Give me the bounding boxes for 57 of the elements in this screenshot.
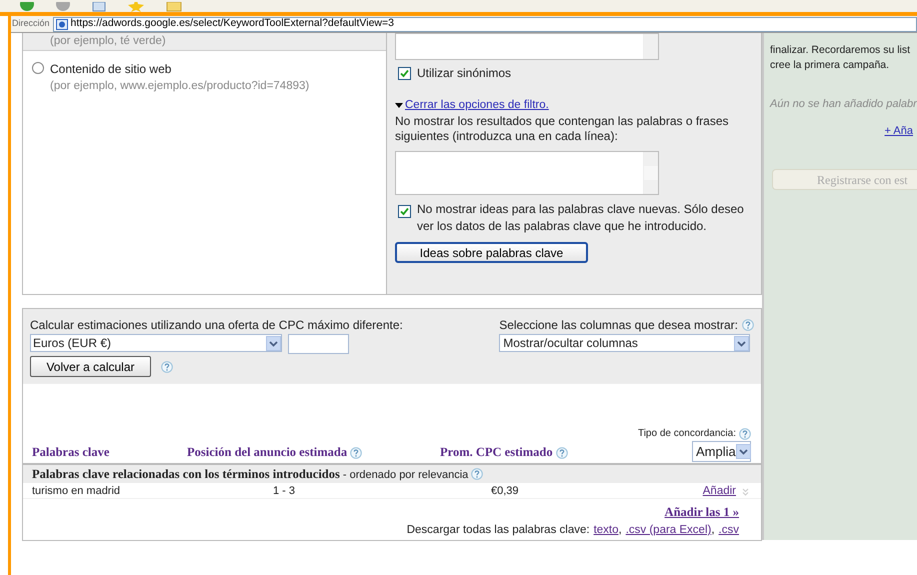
checkbox-label: No mostrar ideas para las palabras clave nuevas. Sólo deseo ver los datos de las palabras clave que he introducido. (417, 201, 745, 236)
add-keywords-link[interactable]: + Aña (884, 122, 913, 139)
help-icon[interactable] (556, 446, 568, 459)
recalculate-button[interactable]: Volver a calcular (30, 356, 151, 377)
columns-label: Seleccione las columnas que desea mostrar: (499, 317, 738, 334)
hint-text: (por ejemplo, té verde) (50, 34, 166, 49)
separator-text: , (711, 522, 715, 538)
position-cell-text: 1 - 3 (272, 484, 296, 500)
add-link[interactable]: Añadir (702, 483, 736, 500)
match-type-label: Tipo de concordancia: (638, 427, 736, 441)
add-all-link[interactable]: Añadir las 1 » (664, 503, 739, 522)
currency-select[interactable]: Euros (EUR €) (30, 334, 282, 352)
help-icon[interactable] (742, 319, 754, 331)
match-type-select[interactable]: Amplia (692, 441, 751, 462)
download-label: Descargar todas las palabras clave: (406, 522, 590, 538)
column-header: Posición del anuncio estimada (187, 444, 348, 462)
help-icon[interactable] (161, 360, 173, 372)
dropdown-caret-icon[interactable] (736, 444, 751, 459)
checkbox[interactable] (398, 66, 411, 80)
excluded-words-textarea[interactable] (395, 151, 659, 196)
scrollbar[interactable] (643, 34, 658, 59)
checkbox-label: Utilizar sinónimos (417, 65, 512, 82)
dropdown-caret-icon[interactable] (734, 336, 750, 350)
help-icon[interactable] (350, 446, 362, 459)
help-icon[interactable] (471, 468, 484, 480)
cpc-cell-text: €0,39 (490, 484, 520, 500)
separator-text: , (618, 522, 622, 538)
chevron-icon[interactable] (742, 488, 749, 496)
option-label: Contenido de sitio web (50, 61, 172, 78)
address-field[interactable]: https://adwords.google.es/select/KeywordToolExternal?defaultView=3 (52, 16, 917, 32)
filter-options-link[interactable]: Cerrar las opciones de filtro. (405, 97, 549, 114)
page-icon (56, 18, 68, 30)
triangle-icon[interactable] (395, 102, 403, 109)
hint-text: (por ejemplo, www.ejemplo.es/producto?id=74893) (50, 79, 310, 94)
sidebar-text: cree la primera campaña. (770, 58, 890, 73)
filter-description: No mostrar los resultados que contengan las palabras o frases siguientes (introduzca una en cada línea): (395, 114, 730, 144)
download-link[interactable]: .csv (718, 522, 739, 539)
checkbox[interactable] (398, 205, 411, 218)
column-header: Prom. CPC estimado (440, 444, 553, 462)
keywords-textarea[interactable] (395, 33, 659, 60)
max-cpc-field[interactable] (288, 334, 349, 354)
help-icon[interactable] (739, 428, 751, 440)
keyword-ideas-button[interactable]: Ideas sobre palabras clave (395, 242, 588, 264)
download-link[interactable]: .csv (para Excel) (626, 522, 712, 539)
sidebar-text: finalizar. Recordaremos su list (770, 43, 910, 58)
dropdown-caret-icon[interactable] (266, 336, 281, 350)
columns-select[interactable]: Mostrar/ocultar columnas (499, 334, 750, 352)
scrollbar[interactable] (643, 152, 658, 194)
group-heading: Palabras clave relacionadas con los términos introducidos - ordenado por relevancia (32, 466, 468, 483)
keyword-cell-text: turismo en madrid (32, 484, 122, 500)
estimates-label: Calcular estimaciones utilizando una oferta de CPC máximo diferente: (30, 317, 404, 334)
star-icon[interactable] (128, 2, 144, 12)
column-header: Palabras clave (32, 444, 110, 462)
address-label: Dirección (12, 17, 50, 30)
download-link[interactable]: texto (594, 522, 618, 539)
empty-list-note: Aún no se han añadido palabr (770, 97, 917, 112)
radio-button[interactable] (32, 62, 44, 74)
